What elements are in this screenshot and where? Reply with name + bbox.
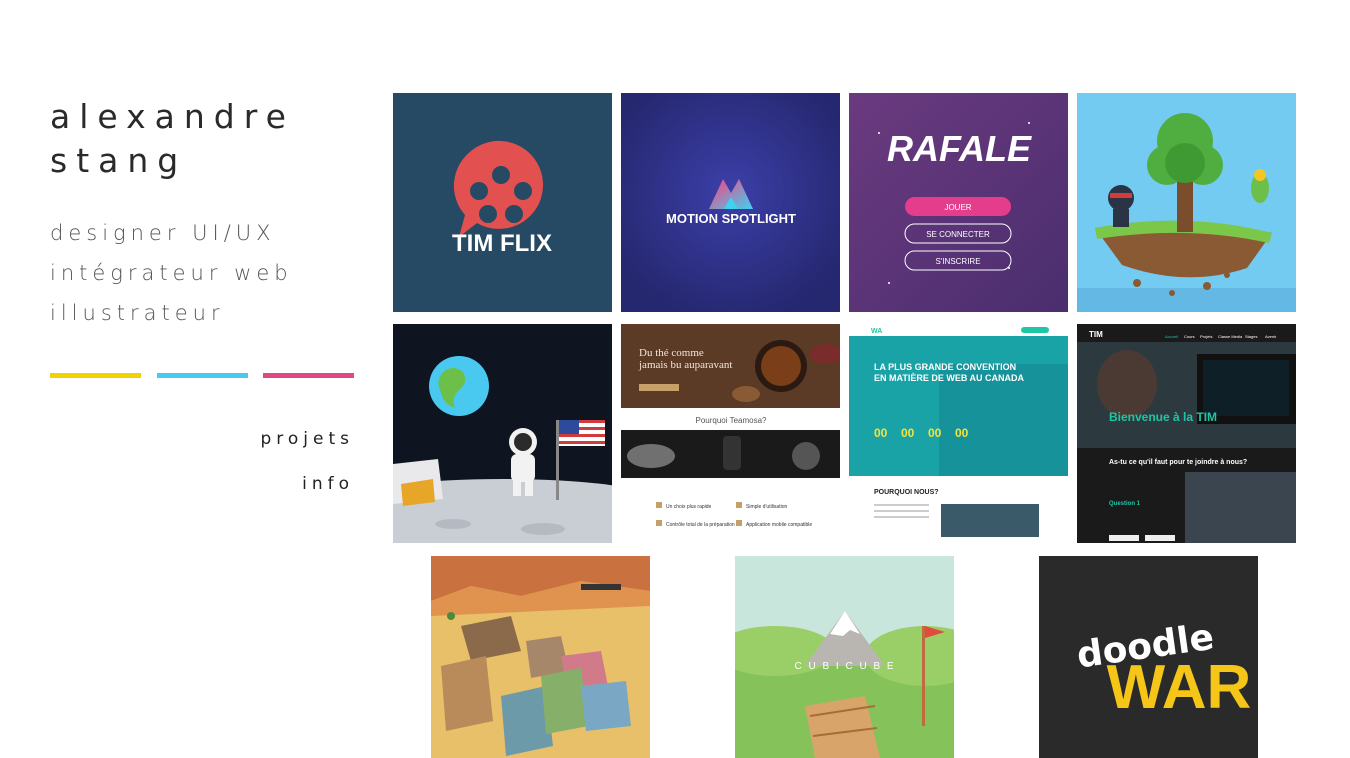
svg-text:C U B I C U B E: C U B I C U B E <box>794 661 895 672</box>
project-tile-web-convention[interactable]: WA LA PLUS GRANDE CONVENTION EN MATIÈRE … <box>849 324 1068 543</box>
role-integrator: intégrateur web <box>50 261 293 285</box>
author-name: alexandre stang <box>50 95 356 183</box>
svg-text:00: 00 <box>901 426 915 440</box>
teamosa-thumbnail: Du thé comme jamais bu auparavant Pourqu… <box>621 324 840 543</box>
ninja-game-thumbnail <box>1077 93 1296 312</box>
tim-thumbnail: TIM Accueil Cours Projets Classe Media S… <box>1077 324 1296 543</box>
svg-text:POURQUOI NOUS?: POURQUOI NOUS? <box>874 489 939 496</box>
svg-text:Contrôle total de la préparati: Contrôle total de la préparation <box>666 522 735 528</box>
svg-text:Avenir: Avenir <box>1265 334 1277 339</box>
sidebar: alexandre stang designer UI/UX intégrate… <box>50 95 356 494</box>
author-first-name: alexandre <box>50 97 295 136</box>
project-tile-teamosa[interactable]: Du thé comme jamais bu auparavant Pourqu… <box>621 324 840 543</box>
timflix-title: TIM FLIX <box>452 230 552 257</box>
rafale-title: RAFALE <box>887 128 1032 169</box>
svg-text:00: 00 <box>928 426 942 440</box>
us-flag-icon <box>559 420 605 446</box>
svg-text:Du thé comme: Du thé comme <box>639 347 704 359</box>
svg-text:Cours: Cours <box>1184 334 1195 339</box>
svg-text:Question 1: Question 1 <box>1109 501 1141 507</box>
svg-text:00: 00 <box>955 426 969 440</box>
rafale-thumbnail: RAFALE JOUER SE CONNECTER S'INSCRIRE <box>849 93 1068 312</box>
svg-text:EN MATIÈRE DE WEB AU CANADA: EN MATIÈRE DE WEB AU CANADA <box>874 373 1024 383</box>
project-tile-tim[interactable]: TIM Accueil Cours Projets Classe Media S… <box>1077 324 1296 543</box>
svg-text:As-tu ce qu'il faut pour te jo: As-tu ce qu'il faut pour te joindre à no… <box>1109 459 1247 466</box>
svg-text:Pourquoi Teamosa?: Pourquoi Teamosa? <box>695 416 767 425</box>
svg-text:Classe Media: Classe Media <box>1218 334 1243 339</box>
svg-text:LA PLUS GRANDE CONVENTION: LA PLUS GRANDE CONVENTION <box>874 362 1016 372</box>
cyan-bar <box>157 373 248 378</box>
role-illustrator: illustrateur <box>50 301 225 325</box>
svg-text:00: 00 <box>874 426 888 440</box>
main-nav: projets info <box>260 428 354 518</box>
project-tile-ninja-game[interactable] <box>1077 93 1296 312</box>
cubicube-thumbnail: C U B I C U B E <box>735 556 954 758</box>
svg-text:WA: WA <box>871 328 882 335</box>
web-convention-thumbnail: WA LA PLUS GRANDE CONVENTION EN MATIÈRE … <box>849 324 1068 543</box>
yellow-bar <box>50 373 141 378</box>
war-word: WAR <box>1107 653 1252 722</box>
western-town-thumbnail <box>431 556 650 758</box>
color-bars <box>50 373 356 378</box>
svg-text:Accueil: Accueil <box>1165 334 1178 339</box>
svg-text:Simple d'utilisation: Simple d'utilisation <box>746 504 787 510</box>
astronaut-thumbnail <box>393 324 612 543</box>
lunar-lander-icon <box>393 459 443 506</box>
project-tile-motion-spotlight[interactable]: MOTION SPOTLIGHT <box>621 93 840 312</box>
svg-text:Projets: Projets <box>1200 334 1212 339</box>
project-tile-astronaut[interactable] <box>393 324 612 543</box>
project-tile-timflix[interactable]: TIM FLIX <box>393 93 612 312</box>
svg-text:Application mobile compatible: Application mobile compatible <box>746 522 812 528</box>
role-designer: designer UI/UX <box>50 221 276 245</box>
roles-list: designer UI/UX intégrateur web illustrat… <box>50 213 356 333</box>
svg-text:TIM: TIM <box>1089 330 1103 339</box>
project-tile-western-town[interactable] <box>431 556 650 758</box>
timflix-thumbnail: TIM FLIX <box>393 93 612 312</box>
svg-text:S'INSCRIRE: S'INSCRIRE <box>935 257 980 266</box>
pink-bar <box>263 373 354 378</box>
earth-icon <box>429 356 489 416</box>
motion-title: MOTION SPOTLIGHT <box>666 211 796 226</box>
project-tile-rafale[interactable]: RAFALE JOUER SE CONNECTER S'INSCRIRE <box>849 93 1068 312</box>
svg-text:Stages: Stages <box>1245 334 1257 339</box>
svg-text:SE CONNECTER: SE CONNECTER <box>926 230 990 239</box>
project-tile-doodle-war[interactable]: doodle WAR <box>1039 556 1258 758</box>
author-last-name: stang <box>50 141 188 180</box>
motion-spotlight-thumbnail: MOTION SPOTLIGHT <box>621 93 840 312</box>
svg-text:Un choix plus rapide: Un choix plus rapide <box>666 504 712 510</box>
doodle-war-thumbnail: doodle WAR <box>1039 556 1258 758</box>
nav-projects-link[interactable]: projets <box>260 428 354 450</box>
svg-text:jamais bu auparavant: jamais bu auparavant <box>638 359 732 371</box>
svg-text:Bienvenue à la TIM: Bienvenue à la TIM <box>1109 410 1217 424</box>
project-tile-cubicube[interactable]: C U B I C U B E <box>735 556 954 758</box>
svg-text:JOUER: JOUER <box>944 203 971 212</box>
nav-info-link[interactable]: info <box>260 473 354 495</box>
